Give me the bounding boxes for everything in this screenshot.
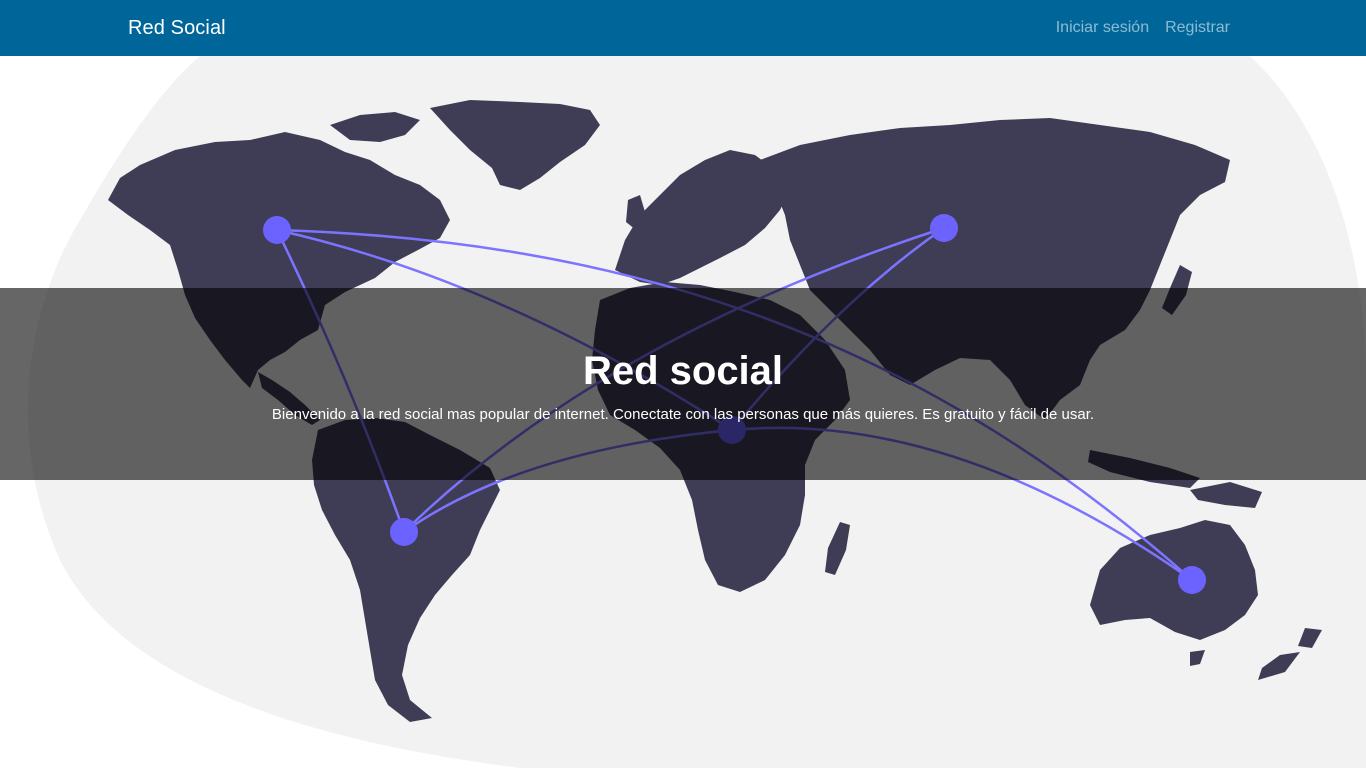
node-australia	[1178, 566, 1206, 594]
hero-title: Red social	[582, 349, 784, 393]
node-asia	[930, 214, 958, 242]
hero-overlay: Red social Bienvenido a la red social ma…	[0, 288, 1366, 480]
hero-section: Red social Bienvenido a la red social ma…	[0, 56, 1366, 768]
node-south-america	[390, 518, 418, 546]
node-north-america	[263, 216, 291, 244]
hero-lead: Bienvenido a la red social mas popular d…	[271, 406, 1095, 423]
nav-links: Iniciar sesión Registrar	[1056, 19, 1230, 37]
register-link[interactable]: Registrar	[1165, 19, 1230, 37]
brand-link[interactable]: Red Social	[128, 17, 226, 40]
navbar: Red Social Iniciar sesión Registrar	[0, 0, 1366, 56]
login-link[interactable]: Iniciar sesión	[1056, 19, 1149, 37]
